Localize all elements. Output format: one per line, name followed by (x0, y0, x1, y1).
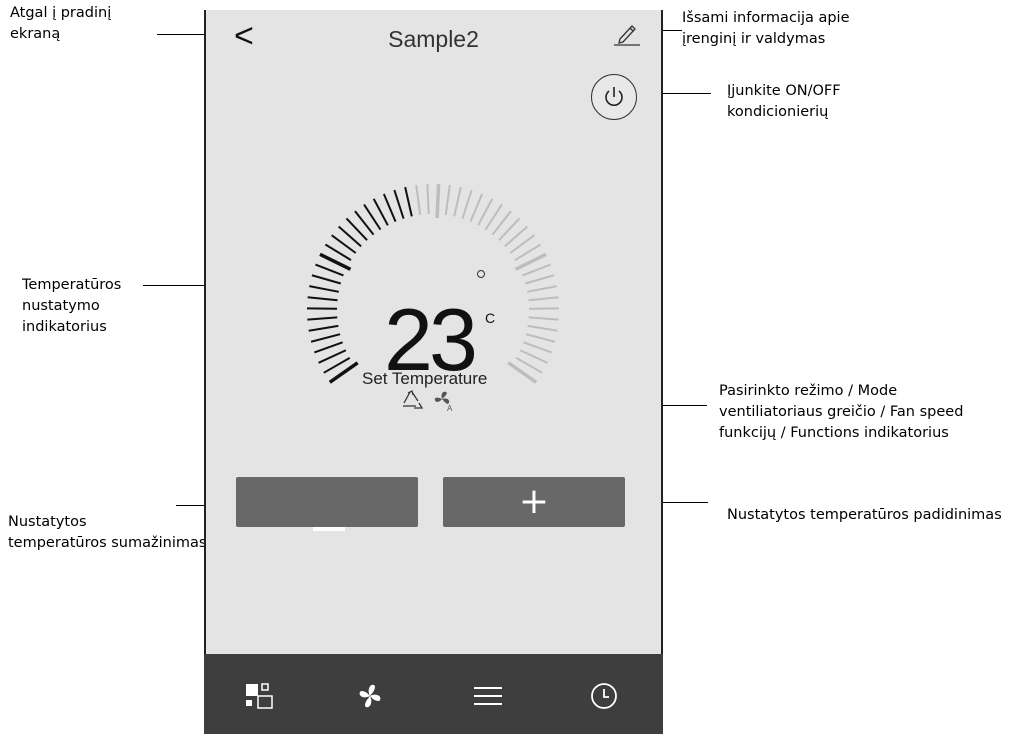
dial-tick (528, 316, 559, 321)
plus-icon: + (518, 481, 550, 522)
fan-icon (359, 684, 381, 708)
dial-tick (527, 324, 558, 332)
dial-tick (522, 263, 551, 277)
dial-tick (308, 324, 339, 332)
dial-tick (393, 189, 405, 219)
set-temperature-label: Set Temperature (362, 369, 488, 388)
fan-auto-icon: A (434, 391, 453, 412)
device-title: Sample2 (388, 26, 479, 52)
dial-tick (519, 349, 548, 364)
annotation-line: kondicionierių (727, 104, 829, 120)
dial-tick (523, 341, 552, 354)
recycle-mode-icon (403, 390, 424, 409)
annotation-decrease: Nustatytos temperatūros sumažinimas (8, 512, 206, 554)
dial-tick (453, 186, 462, 217)
annotation-back: Atgal į pradinį ekraną (10, 3, 111, 45)
dial-tick (415, 184, 422, 215)
dial-tick (524, 274, 555, 285)
annotation-line: funkcijų / Functions indikatorius (719, 425, 949, 441)
dial-tick (311, 274, 342, 285)
dial-tick (314, 341, 343, 354)
annotation-line: ekraną (10, 26, 61, 42)
dial-tick (528, 296, 559, 302)
dial-tick (461, 189, 473, 219)
dial-tick (507, 361, 538, 384)
dial-tick (315, 263, 344, 277)
increase-temperature-button[interactable]: + (443, 477, 625, 527)
menu-icon (474, 687, 502, 705)
annotation-details: Išsami informacija apie įrenginį ir vald… (682, 8, 850, 50)
annotation-line: indikatorius (22, 319, 107, 335)
annotation-line: Išsami informacija apie (682, 10, 850, 26)
annotation-indicator: Temperatūros nustatymo indikatorius (22, 275, 121, 338)
annotation-line: nustatymo (22, 298, 100, 314)
annotation-power: Įjunkite ON/OFF kondicionierių (727, 81, 841, 123)
clock-icon (591, 683, 617, 709)
degree-symbol (477, 270, 485, 278)
decrease-temperature-button[interactable] (236, 477, 418, 527)
annotation-line: ventiliatoriaus greičio / Fan speed (719, 404, 964, 420)
dial-tick (525, 333, 556, 343)
annotation-mode: Pasirinkto režimo / Mode ventiliatoriaus… (719, 381, 963, 444)
temperature-unit: C (485, 310, 496, 326)
dial-tick (435, 184, 441, 219)
pencil-icon (614, 25, 640, 46)
dial-tick (309, 285, 339, 293)
annotation-line: Temperatūros (22, 277, 122, 293)
minus-icon (313, 527, 345, 531)
annotation-line: temperatūros sumažinimas (8, 535, 207, 551)
mode-grid-icon (246, 683, 273, 709)
power-button[interactable] (591, 74, 637, 120)
tab-timer[interactable] (586, 680, 622, 712)
tab-mode[interactable] (244, 680, 280, 712)
annotation-line: įrenginį ir valdymas (682, 31, 826, 47)
dial-tick (469, 193, 484, 222)
dial-tick (307, 296, 338, 302)
bottom-tabbar (204, 654, 663, 734)
dial-tick (426, 184, 430, 215)
power-icon (605, 87, 623, 106)
edit-button[interactable] (614, 20, 640, 46)
tab-menu[interactable] (470, 680, 506, 712)
annotation-increase: Nustatytos temperatūros padidinimas (727, 505, 1002, 526)
annotation-line: Pasirinkto režimo / Mode (719, 383, 898, 399)
dial-tick (527, 285, 557, 293)
dial-tick (307, 316, 338, 321)
dial-tick (382, 193, 397, 222)
annotation-line: Atgal į pradinį (10, 5, 112, 21)
dial-tick (310, 333, 341, 343)
annotation-line: Nustatytos temperatūros padidinimas (727, 507, 1002, 523)
leader-line (660, 30, 682, 31)
tab-fan[interactable] (352, 680, 388, 712)
dial-tick (404, 186, 413, 217)
dial-tick (318, 349, 347, 364)
annotation-line: Nustatytos (8, 514, 87, 530)
svg-text:A: A (447, 404, 453, 412)
dial-tick (328, 361, 359, 384)
annotation-line: Įjunkite ON/OFF (727, 83, 841, 99)
dial-tick (444, 184, 451, 215)
